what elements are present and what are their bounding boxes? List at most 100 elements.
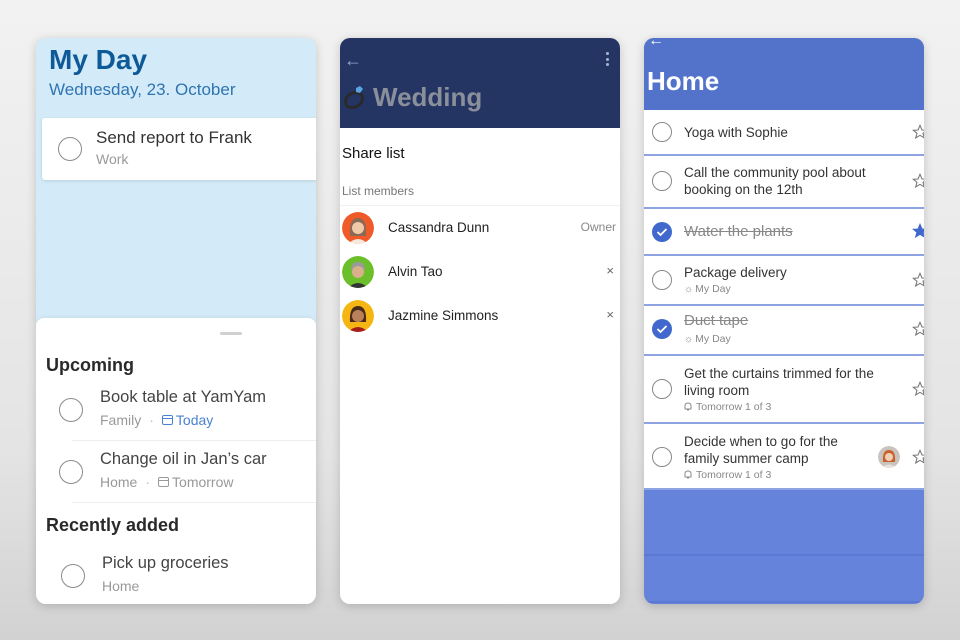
share-list-screen: ← Wedding Share list List members Cassan… [340, 38, 620, 604]
suggestion-item[interactable]: Change oil in Jan’s car Home · Tomorrow [36, 440, 316, 502]
member-name: Alvin Tao [388, 264, 443, 279]
member-row[interactable]: Alvin Tao × [340, 252, 620, 292]
list-header: ← Wedding [340, 38, 620, 128]
avatar [342, 300, 374, 332]
task-item[interactable]: Get the curtains trimmed for the living … [644, 356, 924, 424]
star-icon[interactable] [912, 124, 924, 140]
page-title: My Day [49, 44, 148, 75]
task-title: Package delivery [684, 265, 787, 280]
due-date: Tomorrow [172, 474, 234, 490]
task-item[interactable]: Duct tape ☼ My Day [644, 306, 924, 356]
complete-checkbox[interactable] [652, 447, 672, 467]
separator: · [149, 412, 154, 428]
task-card[interactable]: Send report to Frank Work [42, 118, 316, 180]
list-members-label: List members [342, 184, 415, 198]
bell-icon [684, 470, 692, 479]
task-meta: Family · Today [100, 412, 213, 428]
task-title: Change oil in Jan’s car [100, 450, 267, 468]
separator: · [145, 474, 151, 490]
calendar-icon [158, 477, 170, 487]
divider [644, 554, 924, 556]
divider [72, 502, 316, 503]
task-title: Send report to Frank [96, 128, 252, 147]
member-row[interactable]: Jazmine Simmons × [340, 296, 620, 336]
remove-member-button[interactable]: × [606, 307, 614, 322]
complete-checkbox[interactable] [59, 398, 83, 422]
task-title: Get the curtains trimmed for the living … [684, 366, 874, 398]
home-list-screen: ← Home Yoga with Sophie Call the communi… [644, 38, 924, 604]
sun-icon: ☼ [684, 334, 694, 345]
more-options-icon[interactable] [606, 52, 610, 69]
task-list: Yoga with Sophie Call the community pool… [644, 110, 924, 490]
task-item[interactable]: Package delivery ☼ My Day [644, 256, 924, 306]
member-row[interactable]: Cassandra Dunn Owner [340, 208, 620, 248]
list-title: Wedding [373, 82, 483, 112]
my-day-label: My Day [695, 283, 731, 295]
completed-checkbox[interactable] [652, 222, 672, 242]
task-meta: Tomorrow 1 of 3 [684, 401, 771, 413]
divider [644, 601, 924, 603]
star-icon[interactable] [912, 173, 924, 189]
suggestion-item[interactable]: Book table at YamYam Family · Today [36, 378, 316, 440]
calendar-icon [161, 415, 173, 425]
star-icon[interactable] [912, 321, 924, 337]
list-header: ← Home [644, 38, 924, 110]
task-title: Yoga with Sophie [684, 125, 788, 140]
task-meta: ☼ My Day [684, 333, 731, 345]
task-meta: Tomorrow 1 of 3 [684, 469, 771, 481]
complete-checkbox[interactable] [58, 137, 82, 161]
my-day-screen: My Day Wednesday, 23. October Send repor… [36, 38, 316, 604]
back-arrow-icon[interactable]: ← [344, 50, 362, 71]
task-title: Pick up groceries [102, 554, 229, 572]
my-day-label: My Day [695, 333, 731, 345]
task-title: Decide when to go for the family summer … [684, 434, 838, 466]
due-date: Today [175, 412, 214, 428]
avatar [342, 256, 374, 288]
complete-checkbox[interactable] [652, 122, 672, 142]
task-item[interactable]: Yoga with Sophie [644, 110, 924, 156]
task-meta: Home · Tomorrow [100, 474, 234, 490]
complete-checkbox[interactable] [652, 270, 672, 290]
divider [340, 205, 620, 206]
avatar [342, 212, 374, 244]
task-list-name: Home [102, 578, 140, 594]
suggestions-sheet: Upcoming Book table at YamYam Family · Tod… [36, 318, 316, 604]
section-heading-recently-added: Recently added [46, 515, 180, 535]
bell-icon [684, 402, 692, 411]
star-icon[interactable] [912, 381, 924, 397]
member-name: Cassandra Dunn [388, 220, 490, 235]
star-icon[interactable] [912, 272, 924, 288]
task-title: Duct tape [684, 312, 749, 329]
task-title: Water the plants [684, 223, 793, 240]
member-name: Jazmine Simmons [388, 308, 499, 323]
complete-checkbox[interactable] [59, 460, 83, 484]
assignee-avatar[interactable] [878, 446, 900, 468]
task-title: Book table at YamYam [100, 388, 267, 406]
drag-handle[interactable] [220, 332, 242, 335]
task-list-name: Work [96, 151, 129, 167]
complete-checkbox[interactable] [652, 171, 672, 191]
reminder-label: Tomorrow 1 of 3 [696, 401, 772, 413]
star-filled-icon[interactable] [912, 223, 924, 239]
task-item[interactable]: Water the plants [644, 209, 924, 256]
ring-icon [343, 86, 365, 110]
task-item[interactable]: Call the community pool about booking on… [644, 156, 924, 209]
member-role: Owner [580, 220, 616, 234]
share-list-heading: Share list [342, 145, 405, 162]
complete-checkbox[interactable] [61, 564, 85, 588]
task-meta: ☼ My Day [684, 283, 731, 295]
sun-icon: ☼ [684, 284, 694, 295]
list-title: Home [647, 66, 720, 96]
task-list-name: Home [100, 474, 138, 490]
star-icon[interactable] [912, 449, 924, 465]
date-subtitle: Wednesday, 23. October [49, 80, 236, 99]
completed-checkbox[interactable] [652, 319, 672, 339]
reminder-label: Tomorrow 1 of 3 [696, 469, 772, 481]
remove-member-button[interactable]: × [606, 263, 614, 278]
suggestion-item[interactable]: Pick up groceries Home [36, 544, 316, 604]
back-arrow-icon[interactable]: ← [648, 38, 664, 50]
complete-checkbox[interactable] [652, 379, 672, 399]
task-title: Call the community pool about booking on… [684, 165, 866, 197]
task-list-name: Family [100, 412, 142, 428]
task-item[interactable]: Decide when to go for the family summer … [644, 424, 924, 490]
